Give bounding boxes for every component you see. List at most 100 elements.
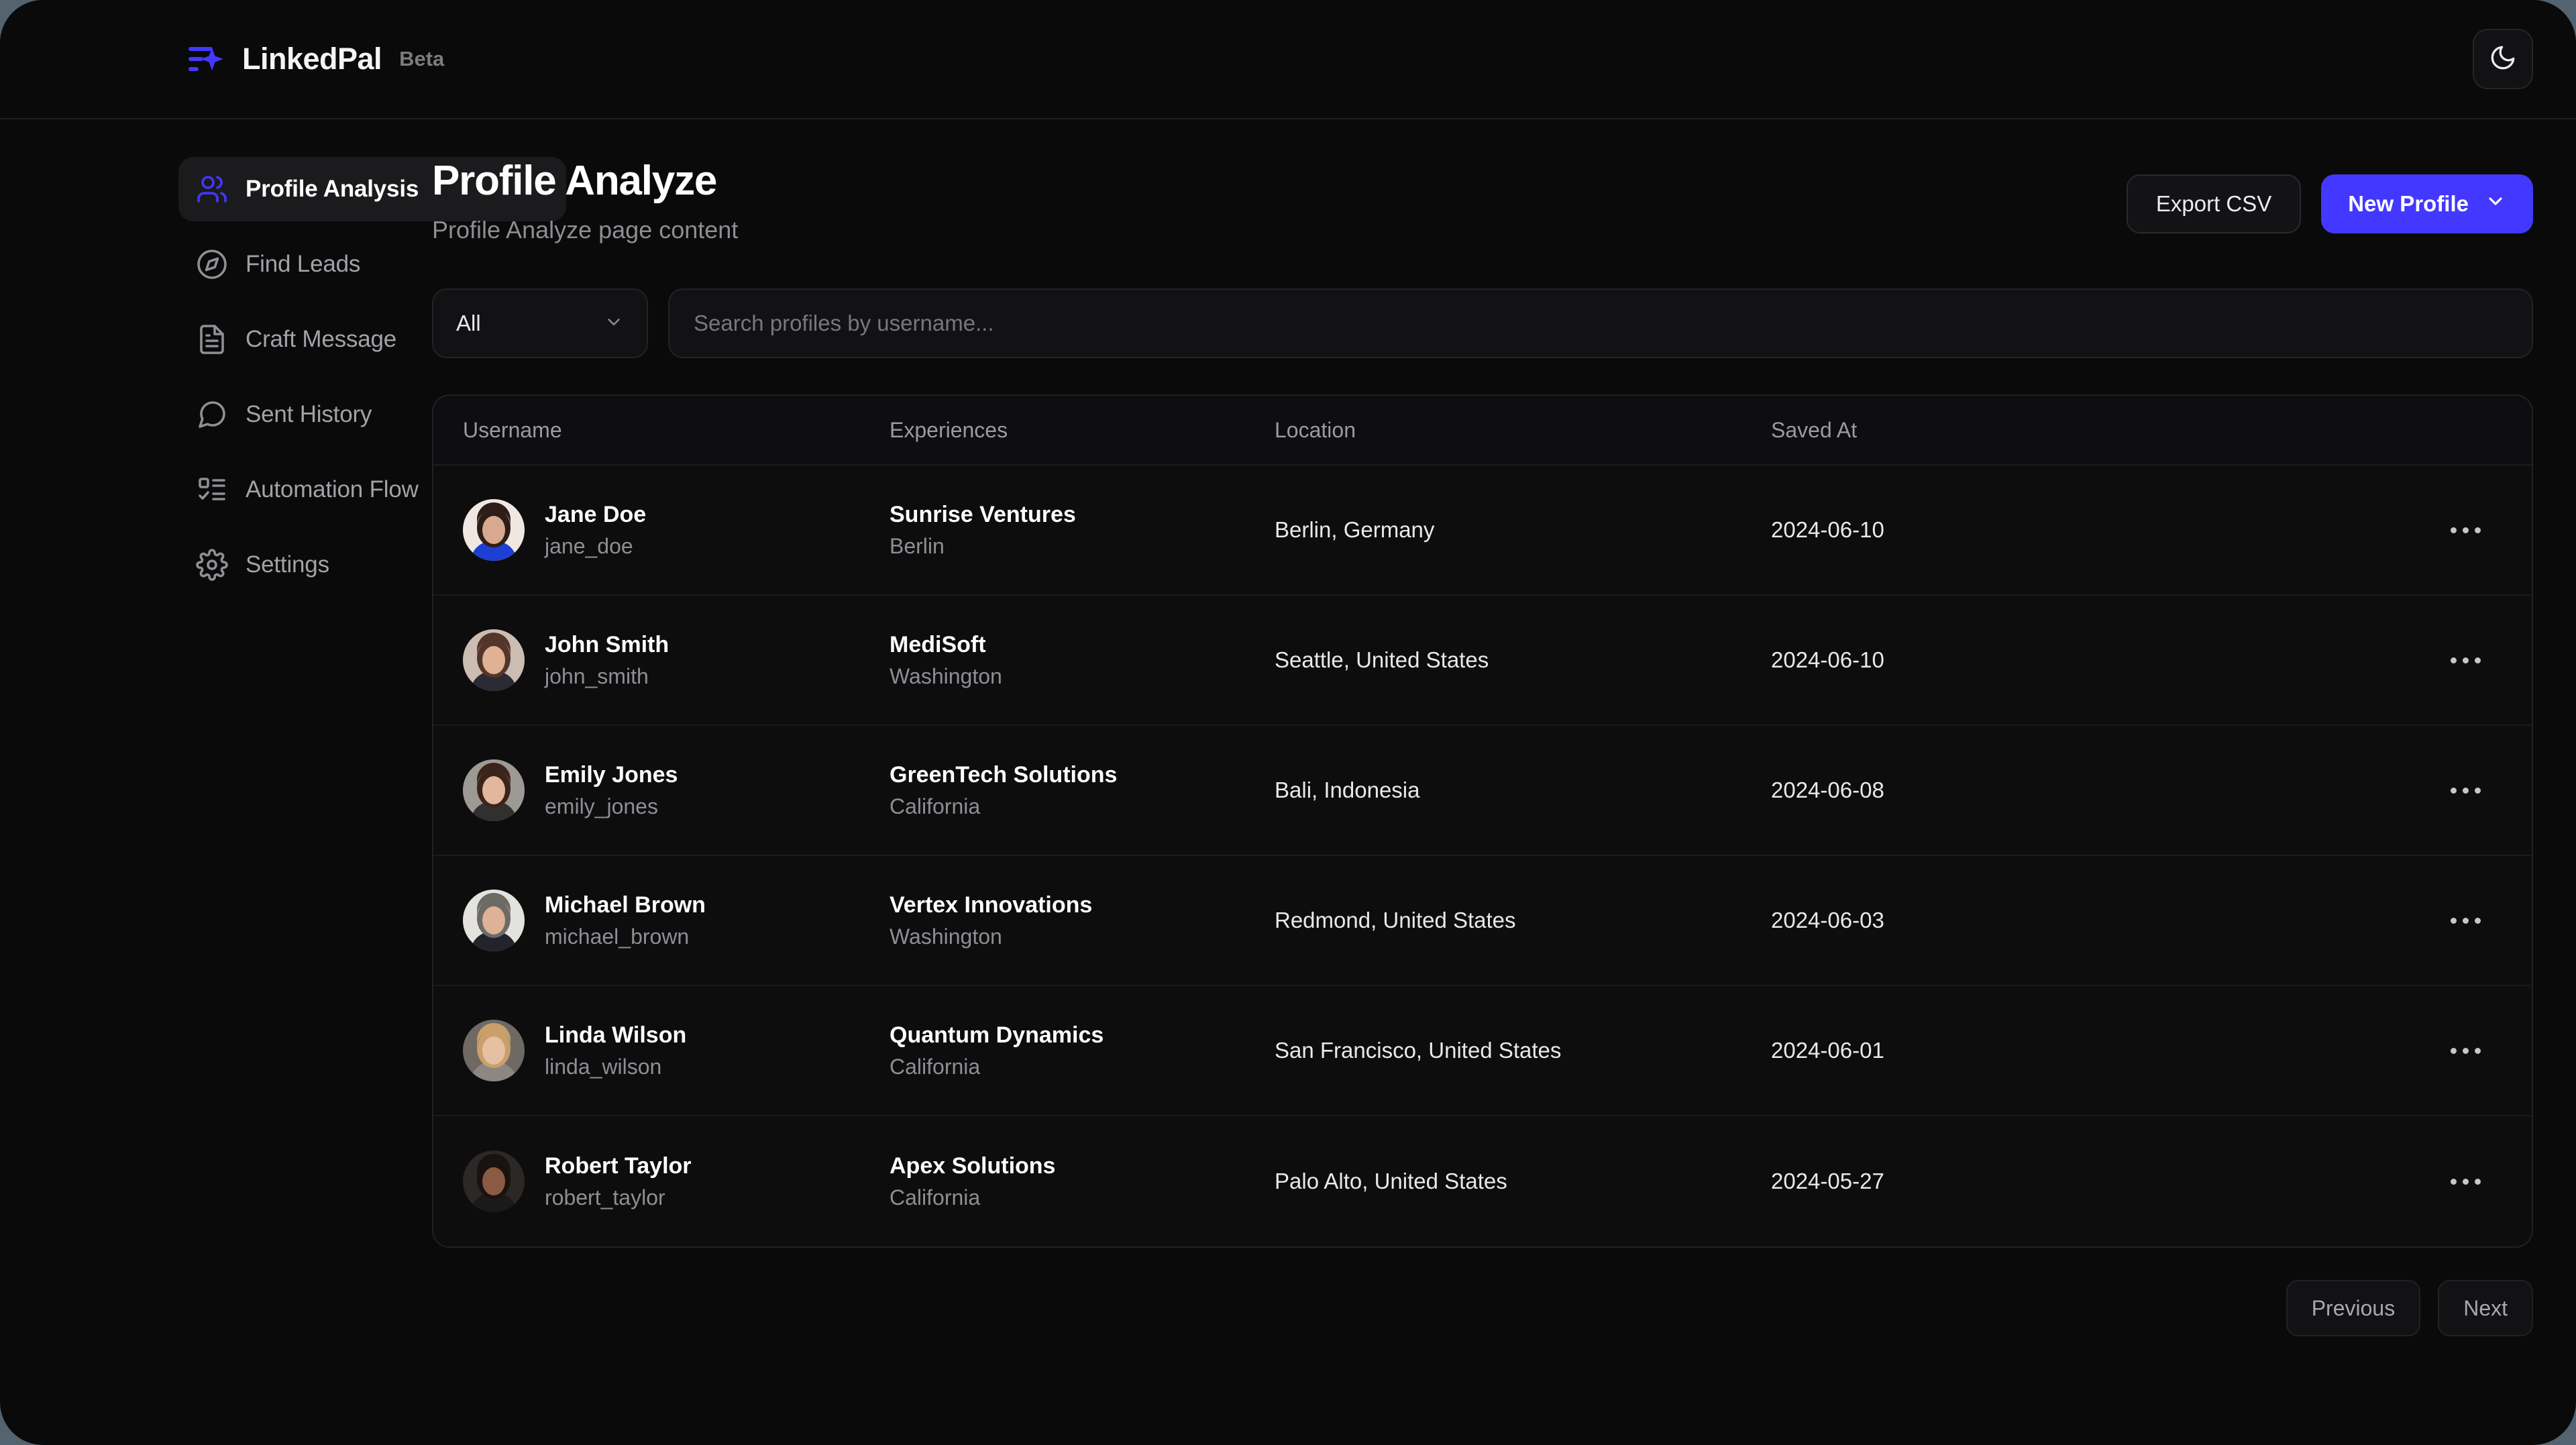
sidebar-item-label: Find Leads <box>246 251 361 277</box>
username-block: Michael Brown michael_brown <box>545 891 706 950</box>
column-header-experiences: Experiences <box>890 417 1008 442</box>
profile-name: Emily Jones <box>545 762 678 788</box>
cell-saved-at: 2024-06-08 <box>1771 778 1884 803</box>
main-content: Profile Analyze Profile Analyze page con… <box>423 119 2576 1445</box>
pagination: Previous Next <box>432 1280 2533 1337</box>
column-header-saved-at: Saved At <box>1771 417 1858 442</box>
table-row[interactable]: Robert Taylor robert_taylor Apex Solutions… <box>433 1116 2532 1246</box>
cell-saved-at: 2024-06-10 <box>1771 517 1884 543</box>
experience-location: Washington <box>890 924 1002 949</box>
username-block: Emily Jones emily_jones <box>545 761 678 820</box>
sidebar-item-label: Settings <box>246 551 329 578</box>
avatar <box>463 499 525 561</box>
experience-company: Sunrise Ventures <box>890 502 1076 528</box>
table-body: Jane Doe jane_doe Sunrise Ventures Berlin Be… <box>433 466 2532 1246</box>
more-horizontal-icon[interactable] <box>2440 521 2491 540</box>
sidebar-item-label: Craft Message <box>246 326 396 352</box>
next-page-button[interactable]: Next <box>2438 1280 2533 1337</box>
more-horizontal-icon[interactable] <box>2440 781 2491 800</box>
username-block: Linda Wilson linda_wilson <box>545 1021 686 1080</box>
filter-select[interactable]: All <box>432 288 648 359</box>
compass-icon <box>196 248 228 280</box>
more-horizontal-icon[interactable] <box>2440 651 2491 670</box>
profile-name: Linda Wilson <box>545 1022 687 1049</box>
cell-experiences: Apex Solutions California <box>890 1152 1275 1211</box>
chat-bubble-icon <box>196 398 228 431</box>
gear-icon <box>196 549 228 581</box>
experience-location: Washington <box>890 663 1002 688</box>
search-box[interactable] <box>668 288 2533 359</box>
cell-location: Bali, Indonesia <box>1275 778 1420 803</box>
profile-handle: robert_taylor <box>545 1185 665 1210</box>
new-profile-label: New Profile <box>2348 191 2469 216</box>
profile-handle: jane_doe <box>545 533 633 558</box>
search-input[interactable] <box>694 311 2508 337</box>
cell-actions <box>2428 521 2502 540</box>
table-row[interactable]: Linda Wilson linda_wilson Quantum Dynamics… <box>433 986 2532 1117</box>
cell-actions <box>2428 781 2502 800</box>
table-row[interactable]: Michael Brown michael_brown Vertex Innovat… <box>433 856 2532 987</box>
table-header-row: Username Experiences Location Saved At <box>433 396 2532 466</box>
sidebar-item-label: Automation Flow <box>246 476 419 502</box>
header-actions: Export CSV New Profile <box>2126 157 2533 233</box>
profile-name: John Smith <box>545 632 669 658</box>
table-row[interactable]: John Smith john_smith MediSoft Washington Se… <box>433 596 2532 727</box>
experience-location: California <box>890 794 981 818</box>
cell-saved-at: 2024-05-27 <box>1771 1169 1884 1194</box>
experience-location: California <box>890 1054 981 1079</box>
avatar <box>463 1150 525 1213</box>
brand-name: LinkedPal <box>242 42 382 76</box>
brand-beta-badge: Beta <box>399 47 445 70</box>
cell-actions <box>2428 1041 2502 1061</box>
experience-company: MediSoft <box>890 632 986 658</box>
experience-company: Quantum Dynamics <box>890 1022 1104 1049</box>
page-title-block: Profile Analyze Profile Analyze page con… <box>432 157 738 244</box>
app-window: LinkedPal Beta Profile Analysis Find Lea… <box>0 0 2576 1445</box>
cell-username: John Smith john_smith <box>463 629 890 692</box>
page-header: Profile Analyze Profile Analyze page con… <box>432 157 2533 244</box>
cell-username: Michael Brown michael_brown <box>463 890 890 952</box>
export-csv-button[interactable]: Export CSV <box>2126 174 2302 233</box>
cell-actions <box>2428 911 2502 930</box>
cell-location: Palo Alto, United States <box>1275 1169 1507 1194</box>
cell-location: Berlin, Germany <box>1275 517 1435 543</box>
more-horizontal-icon[interactable] <box>2440 1041 2491 1061</box>
users-icon <box>196 173 228 205</box>
table-row[interactable]: Emily Jones emily_jones GreenTech Solution… <box>433 726 2532 857</box>
cell-actions <box>2428 651 2502 670</box>
cell-username: Robert Taylor robert_taylor <box>463 1150 890 1213</box>
profile-name: Michael Brown <box>545 892 706 918</box>
document-icon <box>196 323 228 356</box>
cell-saved-at: 2024-06-10 <box>1771 647 1884 673</box>
cell-actions <box>2428 1172 2502 1191</box>
page-title: Profile Analyze <box>432 158 717 204</box>
username-block: Robert Taylor robert_taylor <box>545 1152 692 1211</box>
cell-username: Linda Wilson linda_wilson <box>463 1020 890 1082</box>
chevron-down-icon <box>2485 191 2506 217</box>
theme-toggle-button[interactable] <box>2473 29 2533 89</box>
cell-location: Redmond, United States <box>1275 908 1516 933</box>
brand-logo[interactable]: LinkedPal Beta <box>186 38 444 80</box>
cell-location: San Francisco, United States <box>1275 1038 1562 1063</box>
avatar <box>463 890 525 952</box>
column-header-location: Location <box>1275 417 1356 442</box>
list-checks-icon <box>196 474 228 506</box>
avatar <box>463 1020 525 1082</box>
cell-experiences: Vertex Innovations Washington <box>890 891 1275 950</box>
profile-name: Jane Doe <box>545 502 647 528</box>
sidebar: Profile Analysis Find Leads Craft Messag… <box>0 119 566 1445</box>
more-horizontal-icon[interactable] <box>2440 911 2491 930</box>
profile-name: Robert Taylor <box>545 1153 692 1179</box>
sidebar-item-label: Sent History <box>246 401 372 427</box>
profile-handle: john_smith <box>545 663 649 688</box>
cell-experiences: MediSoft Washington <box>890 631 1275 690</box>
more-horizontal-icon[interactable] <box>2440 1172 2491 1191</box>
cell-saved-at: 2024-06-01 <box>1771 1038 1884 1063</box>
new-profile-button[interactable]: New Profile <box>2321 174 2533 233</box>
cell-experiences: Sunrise Ventures Berlin <box>890 500 1275 559</box>
experience-location: California <box>890 1185 981 1210</box>
avatar <box>463 629 525 692</box>
experience-company: GreenTech Solutions <box>890 762 1118 788</box>
previous-page-button[interactable]: Previous <box>2286 1280 2421 1337</box>
table-row[interactable]: Jane Doe jane_doe Sunrise Ventures Berlin Be… <box>433 466 2532 596</box>
